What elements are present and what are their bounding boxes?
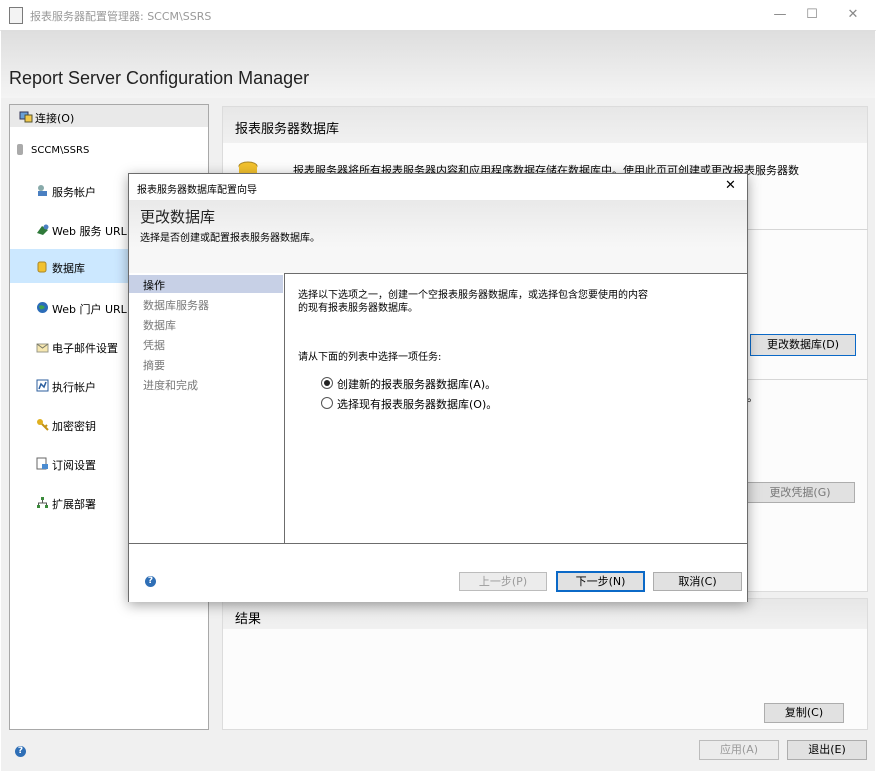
database-config-wizard-dialog: 报表服务器数据库配置向导 ✕ 更改数据库 选择是否创建或配置报表服务器数据库。 … bbox=[128, 173, 748, 602]
task-prompt: 请从下面的列表中选择一项任务: bbox=[298, 352, 442, 363]
window-title: 报表服务器配置管理器: SCCM\SSRS bbox=[30, 10, 212, 23]
dialog-content: 选择以下选项之一，创建一个空报表服务器数据库，或选择包含您要使用的内容 的现有报… bbox=[285, 273, 747, 543]
minimize-button[interactable]: — bbox=[770, 5, 790, 25]
help-icon[interactable]: ? bbox=[15, 746, 26, 757]
dialog-header: 更改数据库 选择是否创建或配置报表服务器数据库。 bbox=[129, 200, 747, 249]
service-account-icon bbox=[36, 184, 49, 197]
dialog-footer: ? 上一步(P) 下一步(N) 取消(C) bbox=[129, 543, 747, 602]
trailing-text: 。 bbox=[747, 391, 758, 404]
connect-icon[interactable] bbox=[19, 110, 33, 123]
intro-line-2: 的现有报表服务器数据库。 bbox=[298, 303, 418, 314]
step-label: 数据库 bbox=[143, 319, 176, 332]
dialog-help-icon[interactable]: ? bbox=[145, 576, 156, 587]
dialog-heading: 更改数据库 bbox=[140, 208, 216, 226]
step-label: 凭据 bbox=[143, 339, 165, 352]
results-title: 结果 bbox=[235, 612, 262, 627]
close-button[interactable]: ✕ bbox=[843, 5, 863, 25]
sidebar-item-label: 扩展部署 bbox=[52, 498, 96, 511]
sidebar-item-label: Web 门户 URL bbox=[52, 303, 127, 316]
dialog-title: 报表服务器数据库配置向导 bbox=[137, 185, 257, 196]
radio-choose-existing-db[interactable] bbox=[321, 397, 333, 409]
dialog-close-button[interactable]: ✕ bbox=[725, 178, 736, 193]
wizard-step-credentials[interactable]: 凭据 bbox=[129, 335, 283, 353]
step-label: 进度和完成 bbox=[143, 379, 198, 392]
server-name: SCCM\SSRS bbox=[31, 145, 90, 156]
sidebar-item-label: 执行帐户 bbox=[52, 381, 96, 394]
radio-create-new-db[interactable] bbox=[321, 377, 333, 389]
change-credentials-button[interactable]: 更改凭据(G) bbox=[745, 482, 855, 503]
apply-button[interactable]: 应用(A) bbox=[699, 740, 779, 760]
panel-header: 报表服务器数据库 bbox=[223, 107, 867, 143]
maximize-button[interactable]: ☐ bbox=[802, 5, 822, 25]
change-database-button[interactable]: 更改数据库(D) bbox=[750, 334, 856, 356]
sidebar-item-label: 数据库 bbox=[52, 262, 85, 275]
email-icon bbox=[36, 340, 49, 353]
wizard-step-database[interactable]: 数据库 bbox=[129, 315, 283, 333]
step-label: 数据库服务器 bbox=[143, 299, 209, 312]
wizard-step-summary[interactable]: 摘要 bbox=[129, 355, 283, 373]
sidebar-item-label: Web 服务 URL bbox=[52, 225, 127, 238]
database-icon bbox=[36, 260, 49, 273]
title-bar: 报表服务器配置管理器: SCCM\SSRS — ☐ ✕ bbox=[0, 0, 876, 31]
app-header: Report Server Configuration Manager bbox=[1, 30, 875, 98]
scale-out-icon bbox=[36, 496, 49, 509]
dialog-titlebar: 报表服务器数据库配置向导 ✕ bbox=[129, 174, 747, 200]
option-create-new-label[interactable]: 创建新的报表服务器数据库(A)。 bbox=[337, 376, 496, 392]
wizard-step-progress[interactable]: 进度和完成 bbox=[129, 375, 283, 393]
option-choose-existing-label[interactable]: 选择现有报表服务器数据库(O)。 bbox=[337, 396, 497, 412]
db-group-box bbox=[739, 229, 868, 380]
cancel-button[interactable]: 取消(C) bbox=[653, 572, 742, 591]
app-icon bbox=[9, 7, 23, 24]
web-service-icon bbox=[36, 223, 49, 236]
server-icon bbox=[17, 144, 23, 155]
step-label: 摘要 bbox=[143, 359, 165, 372]
dialog-subheading: 选择是否创建或配置报表服务器数据库。 bbox=[140, 233, 320, 244]
wizard-steps: 操作 数据库服务器 数据库 凭据 摘要 进度和完成 bbox=[129, 273, 285, 543]
sidebar-item-label: 订阅设置 bbox=[52, 459, 96, 472]
wizard-step-action[interactable]: 操作 bbox=[129, 275, 283, 293]
panel-title: 报表服务器数据库 bbox=[235, 122, 340, 137]
sidebar-item-label: 电子邮件设置 bbox=[52, 342, 118, 355]
execution-account-icon bbox=[36, 379, 49, 392]
dialog-header-separator bbox=[129, 248, 747, 274]
globe-icon bbox=[36, 301, 49, 314]
key-icon bbox=[36, 418, 49, 431]
results-panel: 结果 复制(C) bbox=[222, 598, 868, 730]
next-button[interactable]: 下一步(N) bbox=[556, 571, 645, 592]
sidebar-item-label: 加密密钥 bbox=[52, 420, 96, 433]
subscription-icon bbox=[36, 457, 49, 470]
app-title: Report Server Configuration Manager bbox=[9, 68, 310, 88]
exit-button[interactable]: 退出(E) bbox=[787, 740, 867, 760]
copy-button[interactable]: 复制(C) bbox=[764, 703, 844, 723]
back-button[interactable]: 上一步(P) bbox=[459, 572, 547, 591]
wizard-step-db-server[interactable]: 数据库服务器 bbox=[129, 295, 283, 313]
results-header: 结果 bbox=[223, 599, 867, 629]
sidebar-item-label: 服务帐户 bbox=[52, 186, 96, 199]
step-label: 操作 bbox=[143, 279, 165, 292]
connect-button[interactable]: 连接(O) bbox=[35, 110, 74, 126]
